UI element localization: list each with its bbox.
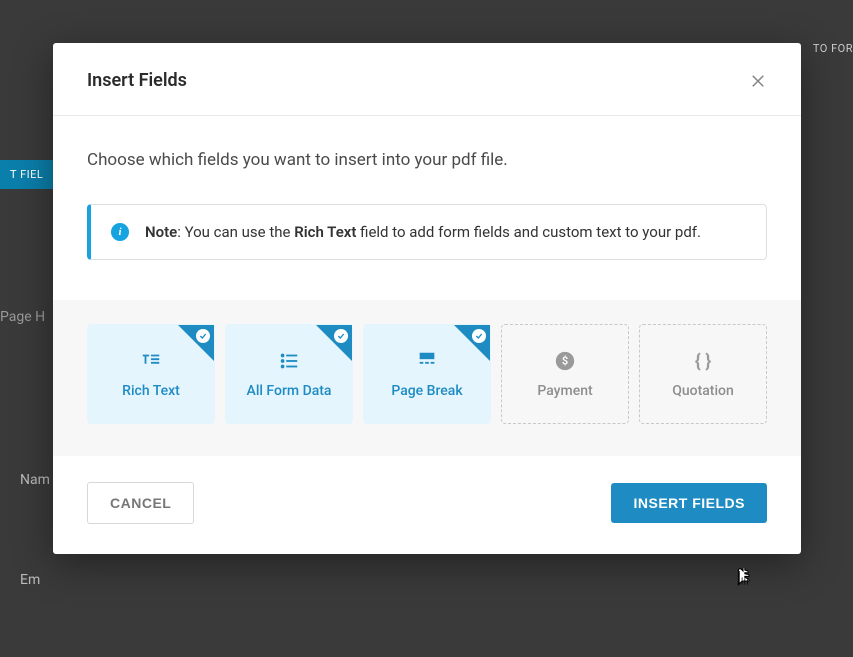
braces-icon: { }	[691, 349, 715, 373]
list-icon	[277, 349, 301, 373]
note-box: i Note: You can use the Rich Text field …	[87, 204, 767, 260]
tile-label: Quotation	[672, 383, 734, 399]
tile-quotation[interactable]: { } Quotation	[639, 324, 767, 424]
bg-insert-fields-btn: T FIEL	[0, 160, 53, 189]
field-tiles: Rich Text All Form Data	[53, 300, 801, 456]
tile-label: Payment	[537, 383, 592, 399]
cancel-button[interactable]: CANCEL	[87, 482, 194, 524]
bg-page-h: Page H	[0, 309, 45, 325]
tile-payment[interactable]: $ Payment	[501, 324, 629, 424]
bg-to-forms: TO FOR	[813, 42, 853, 55]
note-m1: : You can use the	[177, 223, 294, 241]
close-button[interactable]	[745, 67, 771, 93]
tile-label: Rich Text	[122, 383, 180, 399]
page-break-icon	[415, 349, 439, 373]
close-icon	[749, 71, 767, 89]
info-icon: i	[111, 223, 129, 241]
modal-footer: CANCEL INSERT FIELDS	[53, 456, 801, 554]
check-icon	[196, 329, 210, 343]
insert-fields-button[interactable]: INSERT FIELDS	[611, 483, 767, 523]
note-text: Note: You can use the Rich Text field to…	[145, 223, 701, 241]
modal-header: Insert Fields	[53, 43, 801, 116]
tile-all-form-data[interactable]: All Form Data	[225, 324, 353, 424]
modal-body: Choose which fields you want to insert i…	[53, 116, 801, 456]
modal-prompt: Choose which fields you want to insert i…	[87, 150, 767, 170]
note-m2: field to add form fields and custom text…	[356, 223, 701, 241]
rich-text-icon	[139, 349, 163, 373]
check-icon	[334, 329, 348, 343]
dollar-icon: $	[553, 349, 577, 373]
check-icon	[472, 329, 486, 343]
modal-title: Insert Fields	[87, 70, 187, 91]
tile-label: Page Break	[391, 383, 462, 399]
insert-fields-modal: Insert Fields Choose which fields you wa…	[53, 43, 801, 554]
tile-page-break[interactable]: Page Break	[363, 324, 491, 424]
bg-email: Em	[20, 572, 40, 588]
svg-text:$: $	[562, 355, 568, 368]
pointer-cursor-icon	[732, 568, 754, 598]
tile-rich-text[interactable]: Rich Text	[87, 324, 215, 424]
note-prefix: Note	[145, 223, 177, 241]
tile-label: All Form Data	[247, 383, 332, 399]
bg-name: Nam	[20, 472, 50, 488]
note-bold: Rich Text	[294, 223, 356, 241]
